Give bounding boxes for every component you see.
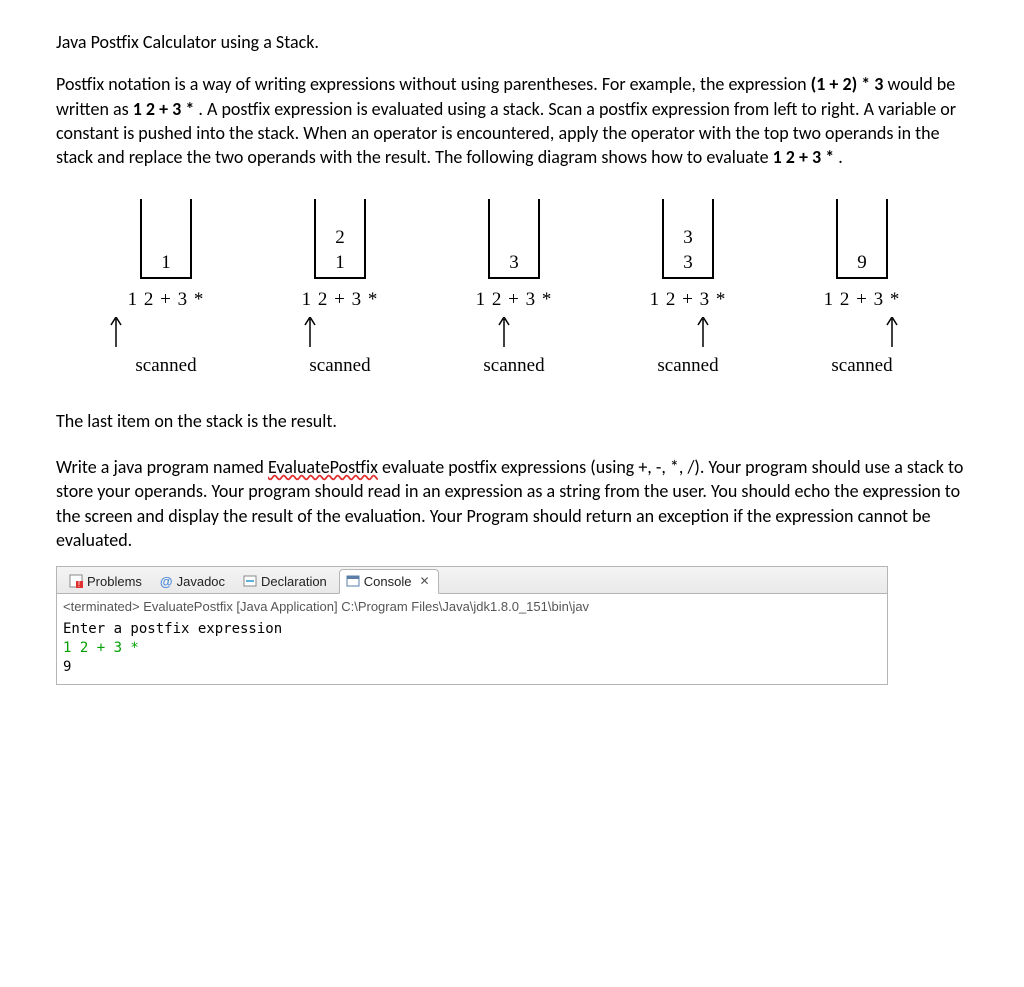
diagram-step: 3 1 2 + 3 * scanned (454, 199, 574, 378)
diagram-step: 3 3 1 2 + 3 * scanned (628, 199, 748, 378)
scanned-label: scanned (309, 353, 370, 379)
program-name-underlined: EvaluatePostfix (268, 456, 378, 478)
stack-value: 3 (683, 226, 693, 251)
intro-expression-postfix: 1 2 + 3 * (133, 98, 195, 120)
intro-expression-eval: 1 2 + 3 * (773, 146, 835, 168)
console-prompt: Enter a postfix expression (63, 620, 881, 639)
stack-value: 1 (161, 251, 171, 276)
arrow-up-icon (886, 317, 898, 347)
title: Java Postfix Calculator using a Stack. (56, 30, 968, 54)
intro-text: . (838, 146, 843, 168)
tab-label: Declaration (261, 573, 327, 591)
scanned-label: scanned (483, 353, 544, 379)
result-note: The last item on the stack is the result… (56, 409, 968, 433)
console-icon (346, 574, 360, 588)
arrow-up-icon (110, 317, 122, 347)
instructions-text: Write a java program named (56, 456, 268, 478)
stack-box: 3 (488, 199, 540, 279)
scanned-label: scanned (831, 353, 892, 379)
stack-value: 3 (509, 251, 519, 276)
stack-value: 2 (335, 226, 345, 251)
diagram-step: 9 1 2 + 3 * scanned (802, 199, 922, 378)
console-user-input: 1 2 + 3 * (63, 639, 881, 658)
stack-value: 1 (335, 251, 345, 276)
problems-icon: ! (69, 574, 83, 588)
diagram-step: 2 1 1 2 + 3 * scanned (280, 199, 400, 378)
console-output: 9 (63, 658, 881, 677)
tab-label: Problems (87, 573, 142, 591)
stack-diagram: 1 1 2 + 3 * scanned 2 1 1 2 + 3 * scanne… (106, 199, 968, 378)
scanned-label: scanned (135, 353, 196, 379)
stack-box: 9 (836, 199, 888, 279)
instructions-paragraph: Write a java program named EvaluatePostf… (56, 455, 968, 552)
tab-label: Console (364, 573, 412, 591)
declaration-icon (243, 574, 257, 588)
expression: 1 2 + 3 * (128, 287, 205, 313)
tab-label: Javadoc (177, 573, 225, 591)
console-body: <terminated> EvaluatePostfix [Java Appli… (57, 594, 887, 684)
expression: 1 2 + 3 * (476, 287, 553, 313)
console-tab-bar: ! Problems @ Javadoc Declaration Console… (57, 567, 887, 594)
console-header: <terminated> EvaluatePostfix [Java Appli… (63, 596, 881, 620)
arrow-up-icon (697, 317, 709, 347)
tab-console[interactable]: Console ✕ (339, 569, 439, 595)
arrow-up-icon (304, 317, 316, 347)
intro-paragraph: Postfix notation is a way of writing exp… (56, 72, 968, 169)
tab-declaration[interactable]: Declaration (237, 570, 335, 594)
scanned-label: scanned (657, 353, 718, 379)
intro-expression-infix: (1 + 2) * 3 (811, 73, 884, 95)
stack-box: 2 1 (314, 199, 366, 279)
expression: 1 2 + 3 * (824, 287, 901, 313)
expression: 1 2 + 3 * (302, 287, 379, 313)
svg-text:!: ! (78, 580, 80, 588)
stack-box: 1 (140, 199, 192, 279)
tab-javadoc[interactable]: @ Javadoc (154, 570, 233, 594)
intro-text: Postfix notation is a way of writing exp… (56, 73, 811, 95)
expression: 1 2 + 3 * (650, 287, 727, 313)
arrow-up-icon (498, 317, 510, 347)
stack-value: 9 (857, 251, 867, 276)
javadoc-icon: @ (160, 573, 173, 591)
eclipse-console-panel: ! Problems @ Javadoc Declaration Console… (56, 566, 888, 685)
diagram-step: 1 1 2 + 3 * scanned (106, 199, 226, 378)
tab-problems[interactable]: ! Problems (63, 570, 150, 594)
stack-value: 3 (683, 251, 693, 276)
close-icon[interactable]: ✕ (420, 573, 430, 589)
stack-box: 3 3 (662, 199, 714, 279)
